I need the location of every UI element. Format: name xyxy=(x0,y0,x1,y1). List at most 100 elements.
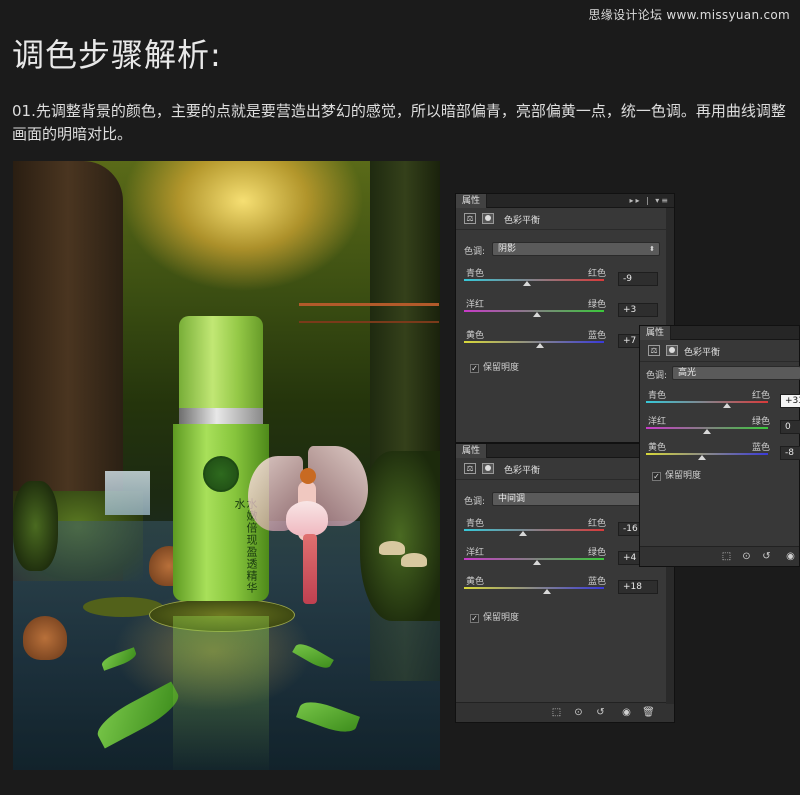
slider-value-input[interactable]: +3 xyxy=(618,303,658,317)
slider-value-input[interactable]: 0 xyxy=(780,420,800,434)
panel-titlebar[interactable]: 属性 xyxy=(640,326,799,340)
preserve-luminosity-checkbox[interactable]: ✓ 保留明度 xyxy=(470,610,519,623)
slider-label-left: 黄色 xyxy=(648,443,667,453)
waterfall xyxy=(105,471,150,515)
slider-handle[interactable] xyxy=(542,589,551,594)
checkmark-icon: ✓ xyxy=(470,364,479,373)
slider-label-right: 绿色 xyxy=(588,300,607,310)
balance-scale-icon: ⚖ xyxy=(648,345,660,356)
slider-label-left: 洋红 xyxy=(648,417,667,427)
fairy-dress xyxy=(286,501,328,536)
tone-dropdown-value: 中间调 xyxy=(498,494,526,504)
checkmark-icon: ✓ xyxy=(470,614,479,623)
color-slider-track[interactable] xyxy=(646,453,768,455)
trash-icon[interactable]: 🗑 xyxy=(642,706,655,719)
slider-value-input[interactable]: +18 xyxy=(618,580,658,594)
balance-scale-icon: ⚖ xyxy=(464,213,476,224)
slider-label-right: 蓝色 xyxy=(588,577,607,587)
tab-properties[interactable]: 属性 xyxy=(640,326,672,340)
slider-label-left: 青色 xyxy=(648,391,667,401)
view-previous-icon[interactable]: ⊙ xyxy=(740,550,753,563)
slider-label-right: 蓝色 xyxy=(752,443,771,453)
tone-dropdown[interactable]: 高光 xyxy=(672,366,800,380)
description-text: 01.先调整背景的颜色，主要的点就是要营造出梦幻的感觉，所以暗部偏青，亮部偏黄一… xyxy=(12,102,786,143)
slider-label-right: 绿色 xyxy=(588,548,607,558)
layer-mask-icon[interactable] xyxy=(666,345,678,356)
preserve-luminosity-label: 保留明度 xyxy=(483,363,520,373)
slider-value-input[interactable]: +33 xyxy=(780,394,800,408)
reset-icon[interactable]: ↺ xyxy=(760,550,773,563)
slider-handle[interactable] xyxy=(698,455,707,460)
slider-handle[interactable] xyxy=(523,281,531,286)
slider-label-right: 蓝色 xyxy=(588,331,607,341)
slider-handle[interactable] xyxy=(518,531,527,536)
color-slider-track[interactable] xyxy=(464,529,604,531)
panel-menu-icon[interactable]: ▸▸ | ▾≡ xyxy=(629,194,670,208)
view-previous-icon[interactable]: ⊙ xyxy=(572,706,585,719)
slider-handle[interactable] xyxy=(535,343,544,348)
slider-handle[interactable] xyxy=(532,560,541,565)
dropdown-arrow-icon: ⬍ xyxy=(649,245,655,253)
reset-icon[interactable]: ↺ xyxy=(594,706,607,719)
slider-label-left: 黄色 xyxy=(466,331,485,341)
bottle-reflection xyxy=(173,616,269,770)
squirrel xyxy=(23,616,67,660)
slider-label-left: 洋红 xyxy=(466,300,485,310)
mushroom xyxy=(379,541,405,555)
clip-to-layer-icon[interactable]: ⬚ xyxy=(720,550,733,563)
slider-value-input[interactable]: -9 xyxy=(618,272,658,286)
slider-label-right: 红色 xyxy=(752,391,771,401)
tone-dropdown[interactable]: 阴影 ⬍ xyxy=(492,242,660,256)
slider-handle[interactable] xyxy=(532,312,541,317)
color-balance-panel-highlights: 属性 ⚖ 色彩平衡 色调: 高光 ✓ 保留明度 ⬚ ⊙ ↺ ◉ 青色 红色 +33 洋红… xyxy=(639,325,800,567)
panel-title: 色彩平衡 xyxy=(504,216,541,226)
visibility-eye-icon[interactable]: ◉ xyxy=(620,706,633,719)
mushroom xyxy=(401,553,427,567)
tone-dropdown[interactable]: 中间调 xyxy=(492,492,660,506)
tone-label: 色调: xyxy=(464,247,486,257)
slider-label-right: 绿色 xyxy=(752,417,771,427)
slider-handle[interactable] xyxy=(722,403,731,408)
color-slider-track[interactable] xyxy=(464,279,604,281)
slider-label-left: 青色 xyxy=(466,269,485,279)
color-slider-track[interactable] xyxy=(646,401,768,403)
fairy xyxy=(248,446,368,616)
layer-mask-icon[interactable] xyxy=(482,463,494,474)
tone-label: 色调: xyxy=(646,371,668,381)
wooden-bridge xyxy=(299,303,439,323)
fairy-legs xyxy=(303,534,317,604)
tab-properties[interactable]: 属性 xyxy=(456,444,488,458)
slider-label-right: 红色 xyxy=(588,269,607,279)
panel-title: 色彩平衡 xyxy=(504,466,541,476)
slider-label-left: 洋红 xyxy=(466,548,485,558)
clip-to-layer-icon[interactable]: ⬚ xyxy=(550,706,563,719)
tone-dropdown-value: 高光 xyxy=(678,368,697,378)
slider-label-left: 青色 xyxy=(466,519,485,529)
preserve-luminosity-checkbox[interactable]: ✓ 保留明度 xyxy=(652,468,701,481)
preserve-luminosity-label: 保留明度 xyxy=(665,471,702,481)
tone-dropdown-value: 阴影 xyxy=(498,244,517,254)
mossy-rock xyxy=(13,481,58,571)
tone-label: 色调: xyxy=(464,497,486,507)
panel-titlebar[interactable]: 属性 ▸▸ | ▾≡ xyxy=(456,194,674,208)
mossy-rock-right xyxy=(360,451,440,621)
panel-header: ⚖ 色彩平衡 xyxy=(640,340,799,362)
slider-handle[interactable] xyxy=(703,429,711,434)
slider-label-left: 黄色 xyxy=(466,577,485,587)
color-slider-track[interactable] xyxy=(464,341,604,343)
bottle-emblem xyxy=(203,456,239,492)
visibility-eye-icon[interactable]: ◉ xyxy=(784,550,797,563)
panel-header: ⚖ 色彩平衡 xyxy=(456,208,674,230)
layer-mask-icon[interactable] xyxy=(482,213,494,224)
watermark: 思缘设计论坛 www.missyuan.com xyxy=(588,8,790,22)
panel-footer: ⬚ ⊙ ↺ ◉ 🗑 xyxy=(456,702,674,722)
tab-properties[interactable]: 属性 xyxy=(456,194,488,208)
bottle-cap xyxy=(179,316,263,411)
panel-title: 色彩平衡 xyxy=(684,348,721,358)
fairy-hair xyxy=(300,468,316,484)
forest-scene-image: 水嫩倍现盈透精华水 xyxy=(13,161,440,770)
preserve-luminosity-checkbox[interactable]: ✓ 保留明度 xyxy=(470,360,519,373)
preserve-luminosity-label: 保留明度 xyxy=(483,613,520,623)
slider-value-input[interactable]: -8 xyxy=(780,446,800,460)
color-slider-track[interactable] xyxy=(464,587,604,589)
